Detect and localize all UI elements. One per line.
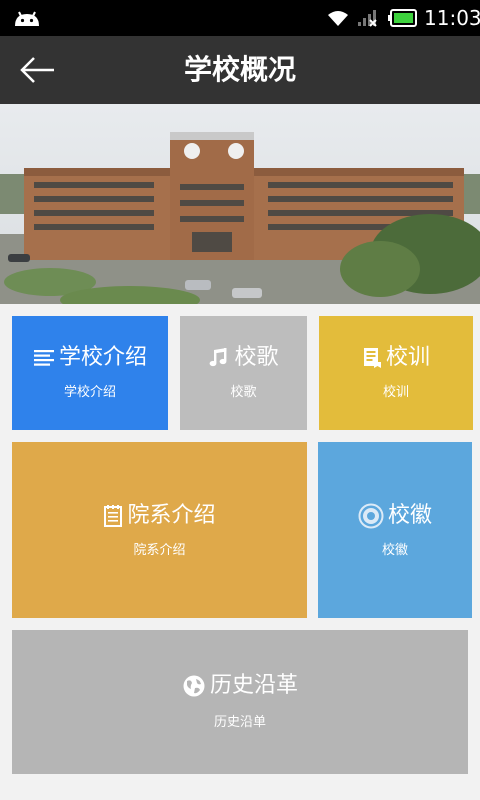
tile-school-song-title: 校歌 [234, 345, 279, 370]
back-button[interactable] [16, 52, 60, 88]
tile-school-motto-subtitle: 校训 [382, 385, 409, 400]
tile-history-title: 历史沿革 [209, 673, 298, 698]
tile-department-intro-subtitle: 院系介绍 [133, 543, 186, 558]
wifi-icon [328, 11, 348, 26]
status-clock: 11:03 [424, 6, 480, 30]
document-icon [363, 348, 381, 368]
tile-school-song[interactable]: 校歌 校歌 [180, 316, 307, 430]
tile-school-intro-title: 学校介绍 [58, 345, 147, 370]
list-icon [33, 350, 54, 366]
page-title: 学校概况 [183, 53, 296, 86]
tile-school-song-subtitle: 校歌 [230, 385, 257, 400]
tile-school-emblem-subtitle: 校徽 [381, 543, 408, 558]
signal-icon [358, 10, 377, 27]
tile-history-subtitle: 历史沿单 [213, 715, 266, 730]
battery-icon [388, 9, 417, 27]
tile-school-motto-title: 校训 [385, 345, 430, 370]
tile-school-intro-subtitle: 学校介绍 [63, 385, 116, 400]
tile-school-emblem[interactable]: 校徽 校徽 [318, 442, 472, 618]
school-building-photo [0, 104, 480, 304]
app-header: 学校概况 [0, 36, 480, 104]
tile-school-motto[interactable]: 校训 校训 [319, 316, 473, 430]
notebook-icon [104, 505, 123, 527]
tile-department-intro[interactable]: 院系介绍 院系介绍 [12, 442, 307, 618]
status-bar: 11:03 [0, 0, 480, 36]
arrow-left-icon [20, 57, 54, 83]
tile-school-intro[interactable]: 学校介绍 学校介绍 [12, 316, 168, 430]
tile-department-intro-title: 院系介绍 [127, 503, 216, 528]
badge-icon [358, 503, 384, 529]
music-note-icon [210, 348, 227, 367]
android-icon [15, 11, 39, 26]
tile-history[interactable]: 历史沿革 历史沿单 [12, 630, 468, 774]
tile-school-emblem-title: 校徽 [387, 503, 432, 528]
globe-icon [183, 675, 205, 697]
